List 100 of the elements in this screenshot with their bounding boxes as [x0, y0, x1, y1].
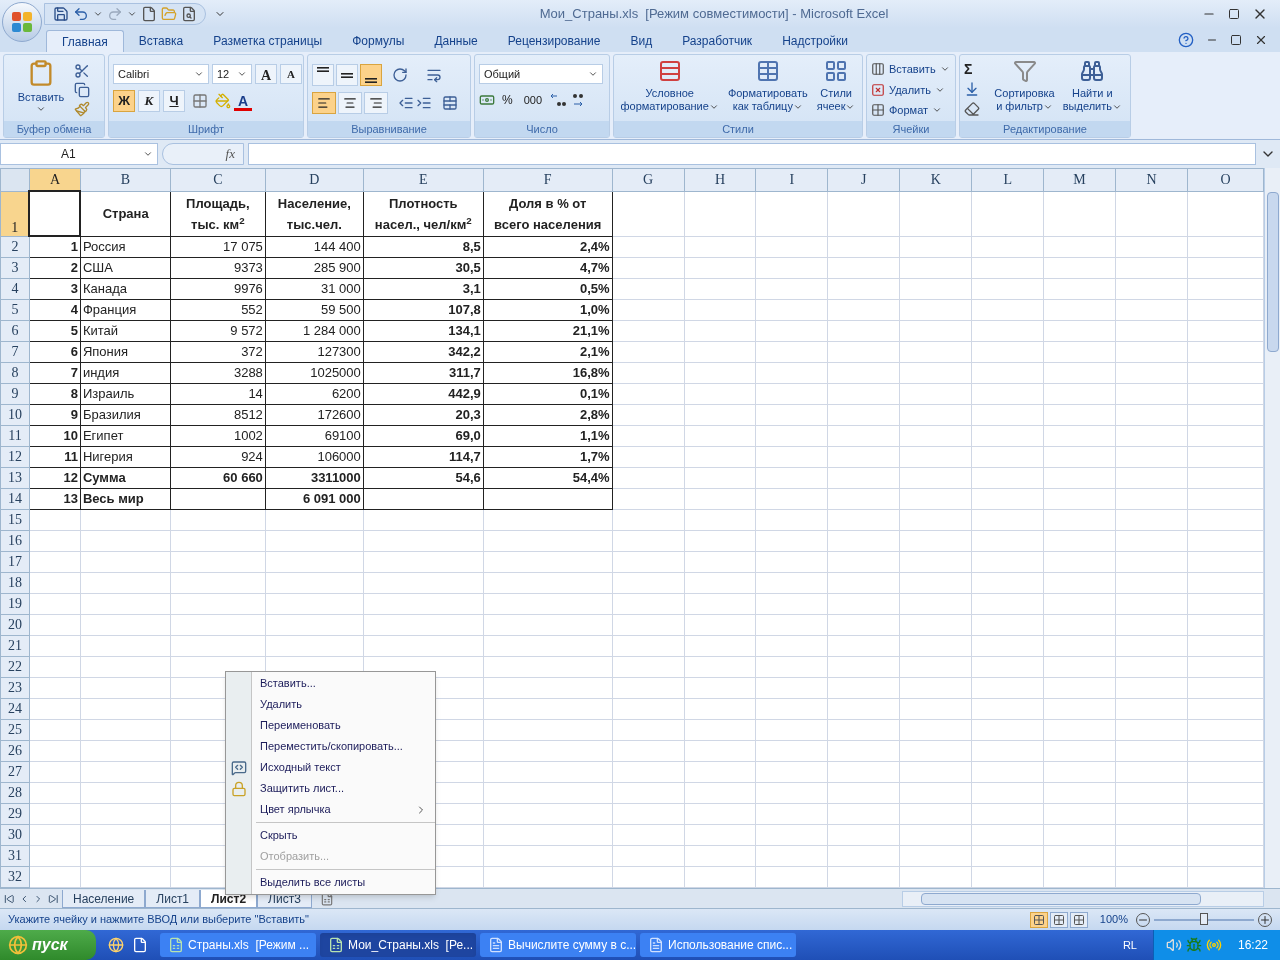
view-button[interactable] [1069, 911, 1088, 928]
browser-icon[interactable] [108, 937, 124, 953]
first-sheet-icon[interactable] [4, 892, 15, 905]
orientation-icon[interactable] [392, 67, 408, 83]
column-header[interactable]: I [756, 168, 828, 191]
row-header[interactable]: 28 [0, 782, 30, 803]
borders-icon[interactable] [192, 93, 208, 109]
cut-icon[interactable] [74, 63, 90, 79]
ribbon-tab[interactable]: Вид [615, 30, 668, 52]
percent-button[interactable]: % [498, 90, 517, 110]
editing-button[interactable]: Найти и выделить [1058, 59, 1126, 121]
row-header[interactable]: 19 [0, 593, 30, 614]
row-header[interactable]: 25 [0, 719, 30, 740]
paste-button[interactable]: Вставить [8, 59, 74, 121]
save-icon[interactable] [53, 6, 69, 22]
vertical-align-button[interactable] [336, 64, 358, 86]
ribbon-tab[interactable]: Надстройки [767, 30, 863, 52]
cells-button[interactable]: Формат [871, 102, 950, 119]
function-label[interactable]: fx [225, 144, 235, 164]
row-header[interactable]: 30 [0, 824, 30, 845]
name-box[interactable]: A1 [0, 143, 158, 165]
row-header[interactable]: 31 [0, 845, 30, 866]
row-header[interactable]: 6 [0, 320, 30, 341]
font-color-button[interactable]: A [234, 91, 253, 111]
ribbon-tab[interactable]: Данные [419, 30, 493, 52]
horizontal-align-button[interactable] [364, 92, 388, 114]
row-header[interactable]: 21 [0, 635, 30, 656]
shrink-font-button[interactable]: A [280, 64, 302, 84]
menu-item[interactable]: Исходный текст [226, 757, 435, 778]
underline-button[interactable]: Ч [163, 90, 185, 112]
row-header[interactable]: 3 [0, 257, 30, 278]
formula-input[interactable] [248, 143, 1256, 165]
bold-button[interactable]: Ж [113, 90, 135, 112]
language-indicator[interactable]: RL [1122, 936, 1137, 954]
row-header[interactable]: 12 [0, 446, 30, 467]
clear-icon[interactable] [964, 101, 980, 117]
row-header[interactable]: 27 [0, 761, 30, 782]
row-header[interactable]: 9 [0, 383, 30, 404]
currency-icon[interactable] [479, 92, 495, 108]
office-button[interactable] [2, 2, 42, 42]
row-header[interactable]: 24 [0, 698, 30, 719]
taskbar-button[interactable]: Использование спис... [640, 933, 796, 957]
editing-button[interactable]: Сортировка и фильтр [990, 59, 1059, 121]
menu-item[interactable]: Переместить/скопировать... [226, 736, 435, 757]
row-header[interactable]: 2 [0, 236, 30, 257]
undo-icon[interactable] [73, 6, 89, 22]
column-header[interactable]: J [827, 168, 900, 191]
increase-indent-icon[interactable] [416, 95, 432, 111]
copy-icon[interactable] [74, 82, 90, 98]
start-button[interactable]: пуск [0, 930, 96, 960]
speaker-icon[interactable] [1165, 937, 1182, 953]
column-header[interactable]: N [1115, 168, 1188, 191]
column-header[interactable]: O [1187, 168, 1264, 191]
row-header[interactable]: 29 [0, 803, 30, 824]
sheet-tab[interactable]: Население [62, 889, 146, 908]
cells-button[interactable]: Удалить [871, 81, 950, 98]
ribbon-tab[interactable]: Рецензирование [492, 30, 616, 52]
row-header[interactable]: 4 [0, 278, 30, 299]
help-icon[interactable] [1178, 32, 1194, 48]
taskbar-button[interactable]: Мои_Страны.xls [Ре... [320, 933, 476, 957]
menu-item[interactable]: Удалить [226, 694, 435, 715]
row-header[interactable]: 14 [0, 488, 30, 509]
menu-item[interactable]: Скрыть [226, 825, 435, 846]
column-header[interactable]: B [80, 168, 171, 191]
view-button[interactable] [1029, 911, 1048, 928]
row-header[interactable]: 26 [0, 740, 30, 761]
new-file-icon[interactable] [141, 6, 157, 22]
column-header[interactable]: H [684, 168, 756, 191]
vertical-align-button[interactable] [360, 64, 382, 86]
decrease-indent-icon[interactable] [398, 95, 414, 111]
row-header[interactable]: 8 [0, 362, 30, 383]
horizontal-scrollbar[interactable] [902, 890, 1264, 907]
column-header[interactable]: D [265, 168, 364, 191]
sheet-tab[interactable]: Лист1 [145, 889, 201, 908]
row-header[interactable]: 15 [0, 509, 30, 530]
number-format-field[interactable]: Общий [479, 64, 603, 84]
column-header[interactable]: F [483, 168, 613, 191]
ribbon-tab[interactable]: Разработчик [667, 30, 768, 52]
row-header[interactable]: 22 [0, 656, 30, 677]
autosum-button[interactable]: Σ [964, 61, 991, 77]
fill-icon[interactable] [964, 81, 980, 97]
row-header[interactable]: 5 [0, 299, 30, 320]
row-header[interactable]: 23 [0, 677, 30, 698]
styles-button[interactable]: Стили ячеек [816, 59, 856, 121]
row-header[interactable]: 20 [0, 614, 30, 635]
vertical-align-button[interactable] [312, 64, 334, 86]
view-button[interactable] [1049, 911, 1068, 928]
desktop-icon[interactable] [132, 937, 148, 953]
column-header[interactable]: E [363, 168, 484, 191]
increase-decimal-icon[interactable] [549, 92, 568, 108]
wrap-text-icon[interactable] [426, 67, 442, 83]
menu-item[interactable]: Защитить лист... [226, 778, 435, 799]
merge-cells-icon[interactable] [442, 95, 458, 111]
row-header[interactable]: 7 [0, 341, 30, 362]
row-header[interactable]: 32 [0, 866, 30, 887]
row-header[interactable]: 11 [0, 425, 30, 446]
font-size-field[interactable]: 12 [212, 64, 252, 84]
taskbar-button[interactable]: Страны.xls [Режим ... [160, 933, 316, 957]
row-header[interactable]: 18 [0, 572, 30, 593]
zoom-slider-thumb[interactable] [1200, 912, 1208, 925]
